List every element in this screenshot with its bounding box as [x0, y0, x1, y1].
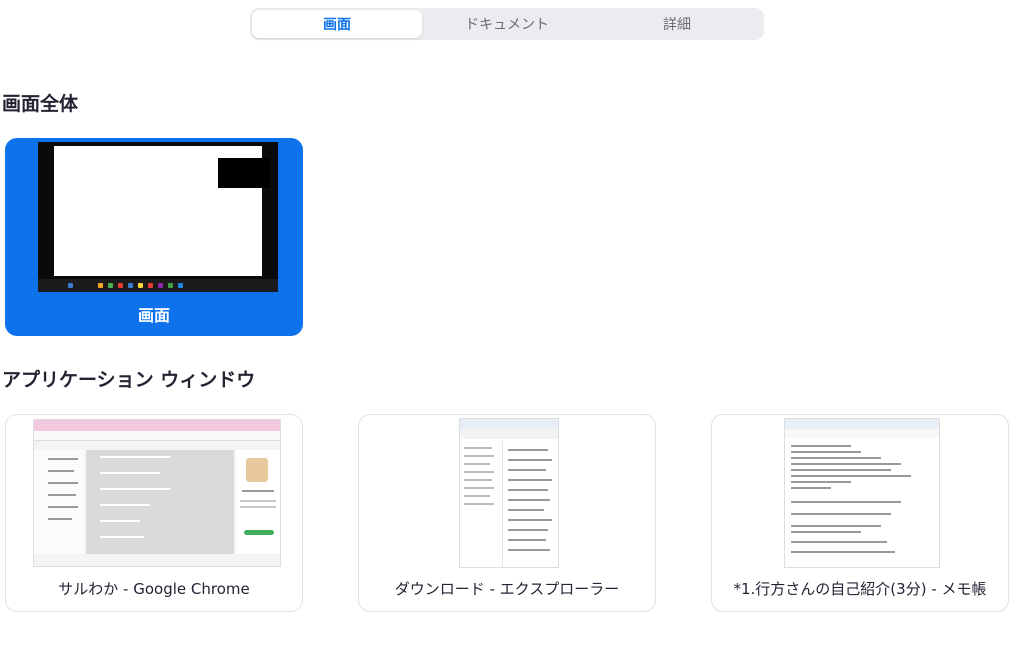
- chrome-window-thumbnail: [33, 419, 281, 567]
- notepad-window-thumbnail: [784, 418, 940, 568]
- app-card-notepad-label: *1.行方さんの自己紹介(3分) - メモ帳: [733, 580, 987, 598]
- screen-thumbnail: [38, 142, 278, 292]
- app-card-notepad[interactable]: *1.行方さんの自己紹介(3分) - メモ帳: [711, 414, 1009, 612]
- screen-share-card[interactable]: 画面: [5, 138, 303, 336]
- tab-screen[interactable]: 画面: [252, 10, 422, 38]
- fullscreen-section-title: 画面全体: [2, 93, 79, 115]
- apps-section-title: アプリケーション ウィンドウ: [2, 369, 256, 391]
- app-card-explorer[interactable]: ダウンロード - エクスプローラー: [358, 414, 656, 612]
- app-card-chrome-label: サルわか - Google Chrome: [58, 580, 250, 598]
- tab-document[interactable]: ドキュメント: [422, 10, 592, 38]
- explorer-window-thumbnail: [459, 418, 559, 568]
- share-type-tabs: 画面 ドキュメント 詳細: [250, 8, 764, 40]
- tab-advanced[interactable]: 詳細: [592, 10, 762, 38]
- screen-card-label: 画面: [137, 306, 170, 325]
- app-card-chrome[interactable]: サルわか - Google Chrome: [5, 414, 303, 612]
- app-card-explorer-label: ダウンロード - エクスプローラー: [394, 580, 620, 598]
